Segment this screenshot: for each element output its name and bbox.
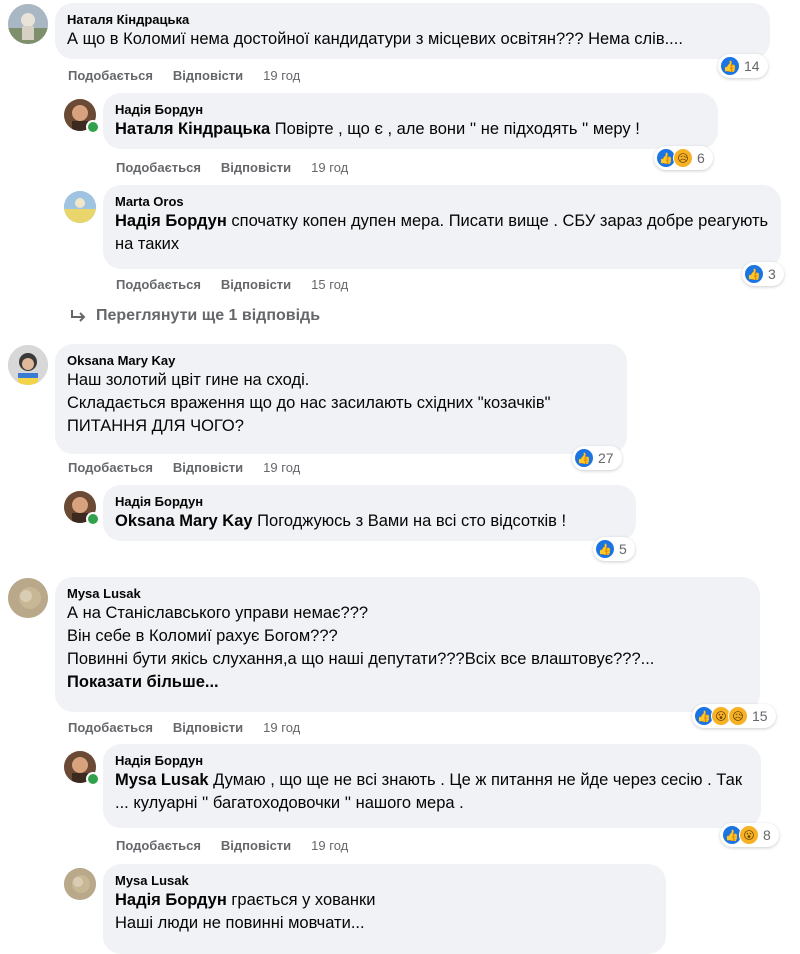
comment-bubble: Надія Бордун Наталя Кіндрацька Повірте ,… [103, 93, 718, 149]
timestamp[interactable]: 15 год [311, 277, 348, 292]
reaction-count: 27 [598, 450, 614, 466]
mention-link[interactable]: Надія Бордун [115, 212, 227, 230]
online-status-indicator [86, 772, 100, 786]
like-icon: 👍 [744, 264, 764, 284]
mention-link[interactable]: Oksana Mary Kay [115, 512, 253, 530]
comment-actions: Подобається Відповісти 19 год [116, 160, 368, 175]
reply-button[interactable]: Відповісти [173, 720, 243, 735]
wow-icon: 😮 [739, 825, 759, 845]
comment-bubble: Наталя Кіндрацька А що в Коломиї нема до… [55, 3, 770, 59]
reply-button[interactable]: Відповісти [221, 160, 291, 175]
avatar[interactable] [8, 578, 48, 618]
comment-bubble: Mysa Lusak А на Станіславського управи н… [55, 577, 760, 712]
sad-icon: 😥 [673, 148, 693, 168]
reaction-summary[interactable]: 👍 5 [593, 537, 635, 561]
reaction-summary[interactable]: 👍 27 [572, 446, 622, 470]
avatar[interactable] [8, 345, 48, 385]
timestamp[interactable]: 19 год [311, 838, 348, 853]
comment-author[interactable]: Надія Бордун [115, 101, 706, 118]
comment-author[interactable]: Marta Oros [115, 193, 769, 210]
like-icon: 👍 [595, 539, 615, 559]
see-more-link[interactable]: Показати більше... [67, 671, 748, 694]
reply-button[interactable]: Відповісти [221, 277, 291, 292]
like-button[interactable]: Подобається [116, 160, 201, 175]
comment-bubble: Mysa Lusak Надія Бордун грається у хован… [103, 864, 666, 954]
timestamp[interactable]: 19 год [263, 68, 300, 83]
comment-actions: Подобається Відповісти 19 год [116, 838, 368, 853]
comment-author[interactable]: Mysa Lusak [115, 872, 654, 889]
comment-text: А що в Коломиї нема достойної кандидатур… [67, 30, 683, 48]
mention-link[interactable]: Наталя Кіндрацька [115, 120, 270, 138]
comment-text: А на Станіславського управи немає??? Він… [67, 604, 655, 668]
online-status-indicator [86, 120, 100, 134]
like-icon: 👍 [720, 56, 740, 76]
reply-arrow-icon [71, 310, 86, 322]
comment-actions: Подобається Відповісти 19 год [68, 720, 320, 735]
avatar[interactable] [64, 191, 96, 223]
timestamp[interactable]: 19 год [263, 460, 300, 475]
comment-author[interactable]: Наталя Кіндрацька [67, 11, 758, 28]
reaction-count: 14 [744, 58, 760, 74]
reaction-count: 6 [697, 150, 705, 166]
sad-icon: 😥 [728, 706, 748, 726]
like-button[interactable]: Подобається [116, 277, 201, 292]
comment-author[interactable]: Oksana Mary Kay [67, 352, 615, 369]
comment-author[interactable]: Mysa Lusak [67, 585, 748, 602]
comment-bubble: Надія Бордун Oksana Mary Kay Погоджуюсь … [103, 485, 636, 541]
avatar[interactable] [64, 868, 96, 900]
view-more-replies-link[interactable]: Переглянути ще 1 відповідь [70, 307, 320, 325]
avatar[interactable] [8, 4, 48, 44]
reply-button[interactable]: Відповісти [173, 68, 243, 83]
like-button[interactable]: Подобається [116, 838, 201, 853]
reply-button[interactable]: Відповісти [173, 460, 243, 475]
view-more-replies-label[interactable]: Переглянути ще 1 відповідь [96, 307, 320, 325]
reaction-summary[interactable]: 👍 3 [742, 262, 784, 286]
reaction-summary[interactable]: 👍 14 [718, 54, 768, 78]
mention-link[interactable]: Mysa Lusak [115, 771, 209, 789]
like-icon: 👍 [574, 448, 594, 468]
reaction-count: 15 [752, 708, 768, 724]
comment-actions: Подобається Відповісти 19 год [68, 460, 320, 475]
comment-text: Наш золотий цвіт гине на сході. Складаєт… [67, 371, 551, 435]
timestamp[interactable]: 19 год [263, 720, 300, 735]
comment-text: Погоджуюсь з Вами на всі сто відсотків ! [252, 512, 567, 530]
online-status-indicator [86, 512, 100, 526]
timestamp[interactable]: 19 год [311, 160, 348, 175]
comment-author[interactable]: Надія Бордун [115, 752, 749, 769]
reaction-summary[interactable]: 👍 😥 6 [654, 146, 713, 170]
reaction-count: 8 [763, 827, 771, 843]
reaction-count: 3 [768, 266, 776, 282]
reaction-summary[interactable]: 👍 😮 8 [720, 823, 779, 847]
mention-link[interactable]: Надія Бордун [115, 891, 227, 909]
comment-text: Думаю , що ще не всі знають . Це ж питан… [115, 771, 747, 812]
comment-bubble: Надія Бордун Mysa Lusak Думаю , що ще не… [103, 744, 761, 828]
comment-actions: Подобається Відповісти 19 год [68, 68, 320, 83]
like-button[interactable]: Подобається [68, 720, 153, 735]
comment-bubble: Oksana Mary Kay Наш золотий цвіт гине на… [55, 344, 627, 454]
like-button[interactable]: Подобається [68, 68, 153, 83]
reply-button[interactable]: Відповісти [221, 838, 291, 853]
comment-bubble: Marta Oros Надія Бордун спочатку копен д… [103, 185, 781, 269]
like-button[interactable]: Подобається [68, 460, 153, 475]
reaction-summary[interactable]: 👍 😮 😥 15 [692, 704, 776, 728]
comment-text: Повірте , що є , але вони '' не підходят… [270, 120, 640, 138]
comment-actions: Подобається Відповісти 15 год [116, 277, 368, 292]
reaction-count: 5 [619, 541, 627, 557]
comment-author[interactable]: Надія Бордун [115, 493, 624, 510]
